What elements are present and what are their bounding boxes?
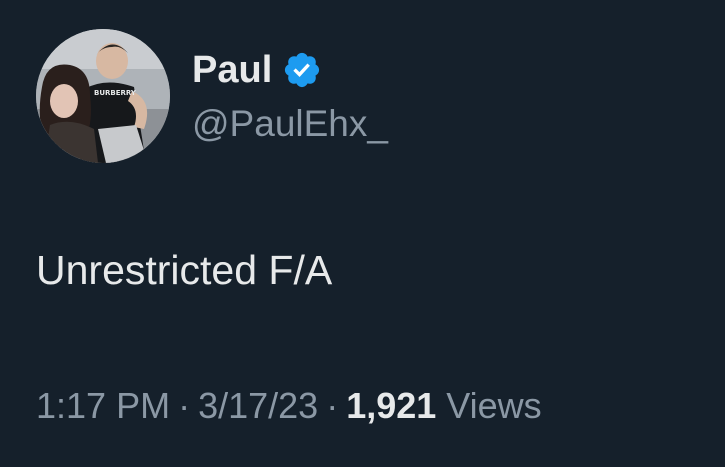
- avatar-shirt-text: BURBERRY: [94, 89, 137, 97]
- tweet-time[interactable]: 1:17 PM: [36, 385, 170, 426]
- avatar[interactable]: BURBERRY: [36, 29, 170, 163]
- meta-separator: ·: [178, 385, 191, 426]
- views-count[interactable]: 1,921: [346, 385, 436, 426]
- verified-badge-icon[interactable]: [282, 50, 322, 90]
- views-label: Views: [446, 385, 542, 426]
- meta-separator: ·: [326, 385, 339, 426]
- author-name-row: Paul: [192, 46, 322, 94]
- tweet-meta: 1:17 PM · 3/17/23 · 1,921 Views: [36, 386, 542, 426]
- avatar-image: BURBERRY: [36, 29, 170, 163]
- tweet-card: BURBERRY Paul @PaulEhx_ Unrestricted F/A…: [0, 0, 725, 467]
- tweet-date[interactable]: 3/17/23: [198, 385, 318, 426]
- tweet-text: Unrestricted F/A: [36, 247, 333, 293]
- author-handle[interactable]: @PaulEhx_: [192, 103, 388, 145]
- author-display-name[interactable]: Paul: [192, 51, 272, 89]
